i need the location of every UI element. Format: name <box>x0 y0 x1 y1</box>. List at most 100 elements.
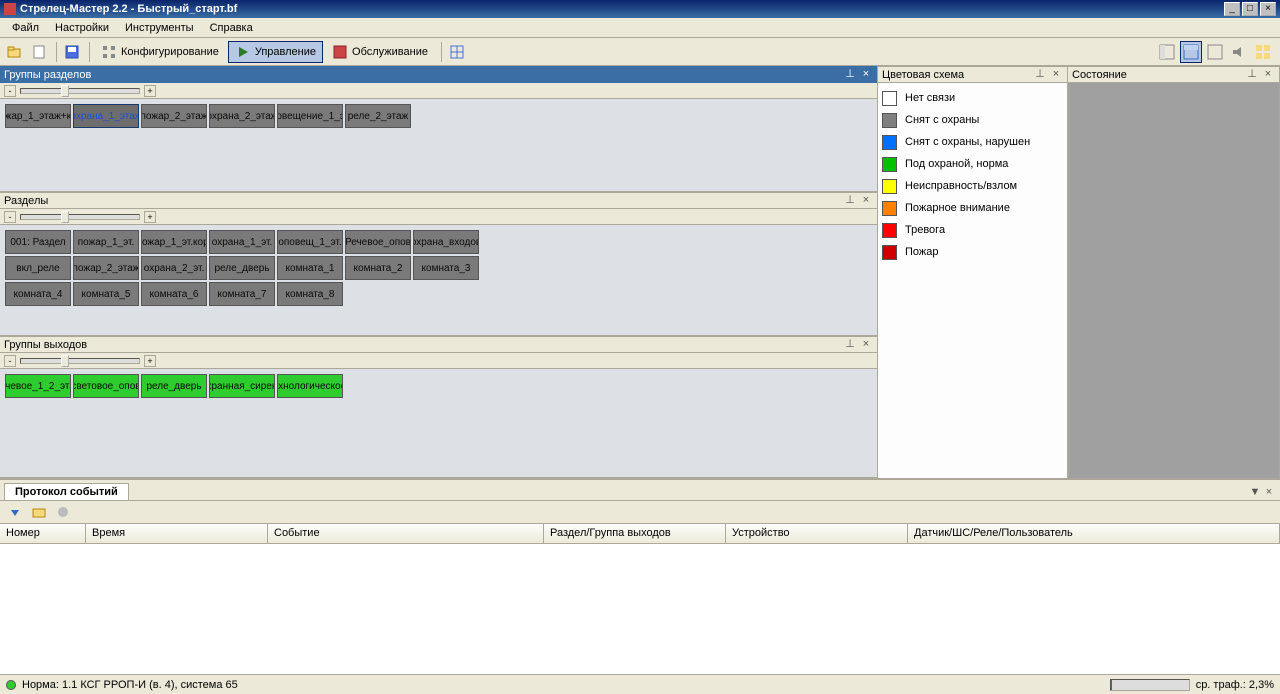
output-tile[interactable]: реле_дверь <box>141 374 207 398</box>
panel-header-state: Состояние ⊥ × <box>1068 66 1279 83</box>
close-icon[interactable]: × <box>859 68 873 82</box>
section-tile[interactable]: комната_2 <box>345 256 411 280</box>
col-section[interactable]: Раздел/Группа выходов <box>544 524 726 543</box>
menu-tools[interactable]: Инструменты <box>117 20 202 36</box>
section-tile[interactable]: реле_дверь <box>209 256 275 280</box>
group-tile-selected[interactable]: охрана_1_этаж <box>73 104 139 128</box>
menu-file[interactable]: Файл <box>4 20 47 36</box>
zoom-out-button[interactable]: - <box>4 85 16 97</box>
section-tile[interactable]: вкл_реле <box>5 256 71 280</box>
zoom-slider[interactable] <box>20 214 140 220</box>
save-button[interactable] <box>61 41 83 63</box>
section-tile[interactable]: 001: Раздел <box>5 230 71 254</box>
zoom-slider[interactable] <box>20 358 140 364</box>
output-tile[interactable]: охранная_сирена <box>209 374 275 398</box>
folder-button[interactable] <box>28 502 50 522</box>
section-tile[interactable]: охрана_входов <box>413 230 479 254</box>
window-title: Стрелец-Мастер 2.2 - Быстрый_старт.bf <box>20 3 1222 15</box>
section-tile[interactable]: пожар_2_этаж <box>73 256 139 280</box>
section-tile[interactable]: пожар_1_эт. <box>73 230 139 254</box>
col-sensor[interactable]: Датчик/ШС/Реле/Пользователь <box>908 524 1280 543</box>
menu-help[interactable]: Справка <box>202 20 261 36</box>
zoom-out-button[interactable]: - <box>4 355 16 367</box>
main-toolbar: Конфигурирование Управление Обслуживание <box>0 38 1280 66</box>
col-number[interactable]: Номер <box>0 524 86 543</box>
group-tile[interactable]: реле_2_этаж <box>345 104 411 128</box>
close-icon[interactable]: × <box>859 338 873 352</box>
stop-button[interactable] <box>52 502 74 522</box>
sound-button[interactable] <box>1228 41 1250 63</box>
group-tile[interactable]: оповещение_1_эта <box>277 104 343 128</box>
pin-icon[interactable]: ⊥ <box>843 68 857 82</box>
section-tile[interactable]: Речевое_опов <box>345 230 411 254</box>
panel-header-colors: Цветовая схема ⊥ × <box>878 66 1067 83</box>
app-icon <box>4 3 16 15</box>
section-tile[interactable]: комната_5 <box>73 282 139 306</box>
traffic-label: ср. траф.: <box>1196 679 1246 691</box>
output-tile[interactable]: речевое_1_2_этаж <box>5 374 71 398</box>
output-tile[interactable]: технологическое_ <box>277 374 343 398</box>
section-tile[interactable]: охрана_1_эт. <box>209 230 275 254</box>
legend-row: Снят с охраны, нарушен <box>882 131 1063 153</box>
menu-bar: Файл Настройки Инструменты Справка <box>0 18 1280 38</box>
new-button[interactable] <box>28 41 50 63</box>
dropdown-icon[interactable]: ▼ <box>1248 486 1262 500</box>
section-tile[interactable]: комната_7 <box>209 282 275 306</box>
mode-config-button[interactable]: Конфигурирование <box>94 41 226 63</box>
protocol-panel: Протокол событий ▼ × Номер Время Событие… <box>0 478 1280 674</box>
mode-control-button[interactable]: Управление <box>228 41 323 63</box>
menu-settings[interactable]: Настройки <box>47 20 117 36</box>
zoom-in-button[interactable]: + <box>144 211 156 223</box>
status-bar: Норма: 1.1 КСГ РРОП-И (в. 4), система 65… <box>0 674 1280 694</box>
col-device[interactable]: Устройство <box>726 524 908 543</box>
state-area <box>1068 83 1279 478</box>
section-tile[interactable]: комната_1 <box>277 256 343 280</box>
toolbar-separator <box>89 42 90 62</box>
panel-title: Цветовая схема <box>882 69 1031 81</box>
table-icon <box>449 44 465 60</box>
tab-protocol[interactable]: Протокол событий <box>4 483 129 500</box>
panel-title: Состояние <box>1072 69 1243 81</box>
section-tile[interactable]: охрана_2_эт. <box>141 256 207 280</box>
view3-button[interactable] <box>1204 41 1226 63</box>
legend-swatch <box>882 201 897 216</box>
section-tile[interactable]: комната_4 <box>5 282 71 306</box>
misc-button[interactable] <box>446 41 468 63</box>
pin-icon[interactable]: ⊥ <box>843 338 857 352</box>
close-icon[interactable]: × <box>1262 486 1276 500</box>
traffic-value: 2,3% <box>1249 679 1274 691</box>
view2-button[interactable] <box>1180 41 1202 63</box>
col-event[interactable]: Событие <box>268 524 544 543</box>
zoom-slider[interactable] <box>20 88 140 94</box>
minimize-button[interactable]: _ <box>1224 2 1240 16</box>
scroll-down-button[interactable] <box>4 502 26 522</box>
open-button[interactable] <box>4 41 26 63</box>
close-button[interactable]: × <box>1260 2 1276 16</box>
close-icon[interactable]: × <box>1049 68 1063 82</box>
output-tile[interactable]: световое_опов <box>73 374 139 398</box>
pin-icon[interactable]: ⊥ <box>1033 68 1047 82</box>
mode-service-button[interactable]: Обслуживание <box>325 41 435 63</box>
legend-row: Под охраной, норма <box>882 153 1063 175</box>
view4-button[interactable] <box>1252 41 1274 63</box>
maximize-button[interactable]: □ <box>1242 2 1258 16</box>
legend-swatch <box>882 223 897 238</box>
section-tile[interactable]: комната_8 <box>277 282 343 306</box>
zoom-out-button[interactable]: - <box>4 211 16 223</box>
section-tile[interactable]: комната_3 <box>413 256 479 280</box>
zoom-in-button[interactable]: + <box>144 355 156 367</box>
pin-icon[interactable]: ⊥ <box>1245 68 1259 82</box>
group-tile[interactable]: охрана_2_этаж <box>209 104 275 128</box>
group-tile[interactable]: пожар_1_этаж+кор <box>5 104 71 128</box>
zoom-in-button[interactable]: + <box>144 85 156 97</box>
col-time[interactable]: Время <box>86 524 268 543</box>
close-icon[interactable]: × <box>859 194 873 208</box>
sections-area: 001: Раздел пожар_1_эт. пожар_1_эт.кор. … <box>0 225 877 336</box>
group-tile[interactable]: пожар_2_этаж <box>141 104 207 128</box>
pin-icon[interactable]: ⊥ <box>843 194 857 208</box>
close-icon[interactable]: × <box>1261 68 1275 82</box>
section-tile[interactable]: оповещ_1_эт. <box>277 230 343 254</box>
view1-button[interactable] <box>1156 41 1178 63</box>
section-tile[interactable]: пожар_1_эт.кор. <box>141 230 207 254</box>
section-tile[interactable]: комната_6 <box>141 282 207 306</box>
